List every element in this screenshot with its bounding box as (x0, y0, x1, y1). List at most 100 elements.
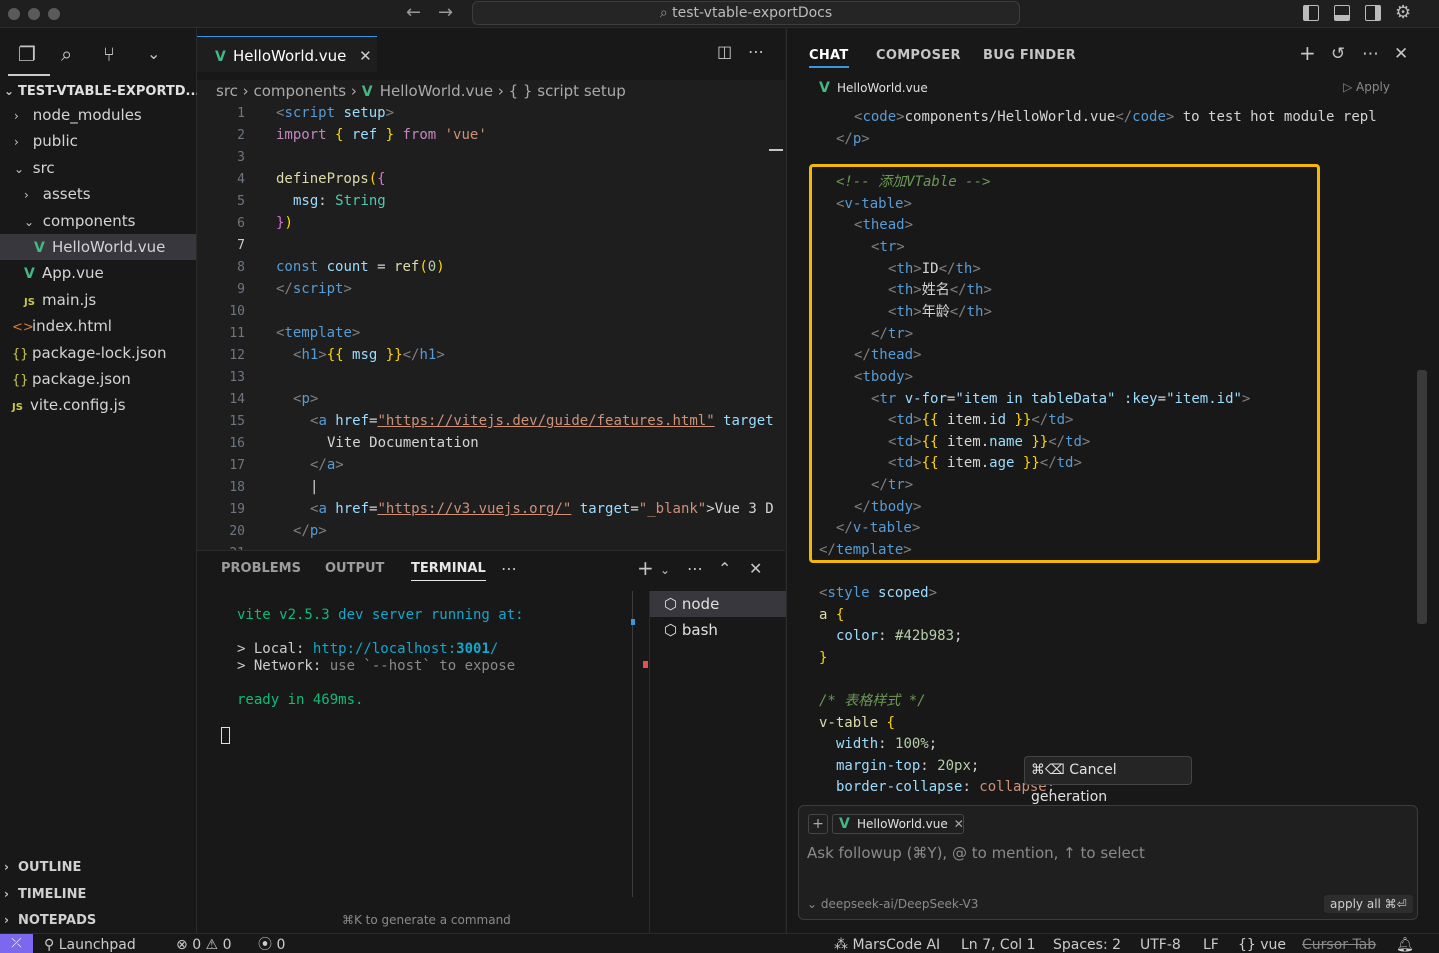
line-number: 6 (237, 216, 245, 231)
toggle-panel-icon[interactable] (1334, 5, 1350, 21)
tree-item-components[interactable]: ⌄ components (0, 208, 196, 234)
line-ending[interactable]: LF (1203, 935, 1219, 953)
terminal-item-node[interactable]: ⬡ node (650, 591, 786, 617)
tree-item-package-json[interactable]: {} package.json (0, 366, 196, 392)
tab-terminal[interactable]: TERMINAL (411, 561, 486, 581)
tab-composer[interactable]: COMPOSER (876, 48, 961, 63)
search-icon[interactable]: ⌕ (61, 42, 72, 66)
chevron-right-icon: › (4, 887, 9, 901)
code-line: border-collapse: collapse; (836, 779, 1055, 795)
launchpad-label: Launchpad (58, 937, 136, 953)
add-context-button[interactable]: + (808, 814, 828, 834)
chevron-down-icon[interactable]: ⌄ (147, 44, 160, 63)
tab-output[interactable]: OUTPUT (325, 561, 384, 576)
tree-item-app-vue[interactable]: V App.vue (0, 260, 196, 286)
more-actions-icon[interactable]: ⋯ (748, 42, 764, 61)
tab-problems[interactable]: PROBLEMS (221, 561, 301, 576)
breadcrumb-symbol[interactable]: { } script setup (509, 82, 626, 100)
explorer-icon[interactable]: ❐ (18, 42, 36, 66)
section-notepads[interactable]: › NOTEPADS (4, 909, 96, 931)
code-area[interactable]: 1 <script setup> 2 import { ref } from 'vu… (197, 102, 785, 550)
error-icon: ⊗ (176, 937, 193, 953)
code-line: </p> (836, 131, 870, 147)
back-arrow-icon[interactable]: ← (406, 2, 421, 23)
gear-icon[interactable]: ⚙ (1395, 2, 1411, 23)
command-center-search[interactable]: ⌕ test-vtable-exportDocs (472, 1, 1020, 25)
close-icon[interactable]: ✕ (954, 817, 964, 831)
terminal-item-bash[interactable]: ⬡ bash (650, 617, 786, 643)
tab-chat[interactable]: CHAT (809, 48, 849, 68)
tree-item-node-modules[interactable]: › node_modules (0, 102, 196, 128)
toggle-sidebar-icon[interactable] (1303, 5, 1319, 21)
problems-indicator[interactable]: ⊗ 0 ⚠ 0 (176, 935, 231, 953)
breadcrumb-components[interactable]: components (253, 82, 346, 100)
close-icon[interactable]: ✕ (359, 47, 372, 65)
new-terminal-icon[interactable]: + (637, 556, 654, 580)
terminal-scrollbar[interactable] (632, 591, 633, 897)
terminal-text: > Local: (237, 641, 313, 657)
remote-indicator-icon[interactable]: ⤫ (0, 934, 33, 953)
more-actions-icon[interactable]: ⋯ (501, 559, 517, 578)
more-actions-icon[interactable]: ⋯ (687, 559, 703, 578)
terminal-text: 3001 (456, 641, 490, 657)
new-chat-icon[interactable]: + (1299, 41, 1316, 65)
tree-item-index-html[interactable]: <>index.html (0, 313, 196, 339)
terminal-list: ⬡ node ⬡ bash (649, 591, 786, 934)
tree-item-assets[interactable]: › assets (0, 181, 196, 207)
code-line: 6}) (197, 212, 785, 234)
section-outline[interactable]: › OUTLINE (4, 856, 81, 878)
tree-item-main-js[interactable]: JS main.js (0, 287, 196, 313)
close-window-button[interactable] (8, 8, 20, 20)
braces-icon: {} (1238, 937, 1261, 953)
indentation[interactable]: Spaces: 2 (1053, 935, 1121, 953)
apply-all-button[interactable]: apply all ⌘⏎ (1324, 895, 1413, 913)
bell-icon[interactable]: 🔔︎ (1396, 935, 1414, 953)
tree-item-vite-config-js[interactable]: JS vite.config.js (0, 392, 196, 418)
cancel-generation-button[interactable]: ⌘⌫ Cancel generation (1024, 756, 1192, 805)
maximize-panel-icon[interactable]: ⌃ (718, 559, 731, 578)
forward-arrow-icon[interactable]: → (438, 2, 453, 23)
apply-button[interactable]: ▷ Apply (1343, 80, 1390, 94)
split-editor-icon[interactable]: ◫ (717, 42, 732, 61)
code-line: <style scoped> (819, 585, 938, 601)
tab-bug-finder[interactable]: BUG FINDER (983, 48, 1076, 63)
launchpad-button[interactable]: ⚲ Launchpad (44, 935, 136, 953)
tree-item-src[interactable]: ⌄ src (0, 155, 196, 181)
zoom-window-button[interactable] (48, 8, 60, 20)
model-label: deepseek-ai/DeepSeek-V3 (820, 897, 979, 911)
tree-item-package-lock-json[interactable]: {} package-lock.json (0, 340, 196, 366)
followup-input[interactable]: Ask followup (⌘Y), @ to mention, ↑ to se… (807, 844, 1145, 862)
code-line: } (819, 650, 828, 666)
chat-scrollbar[interactable] (1417, 370, 1427, 624)
chevron-down-icon: ⌄ (807, 897, 821, 911)
marscode-button[interactable]: ⁂ MarsCode AI (834, 935, 940, 953)
cursor-position[interactable]: Ln 7, Col 1 (961, 935, 1036, 953)
toggle-secondary-sidebar-icon[interactable] (1365, 5, 1381, 21)
context-file-chip[interactable]: V HelloWorld.vue ✕ (832, 814, 964, 834)
terminal-cursor (221, 727, 230, 744)
encoding[interactable]: UTF-8 (1140, 935, 1181, 953)
history-icon[interactable]: ↺ (1331, 44, 1345, 64)
line-number: 17 (229, 458, 245, 473)
tree-item-public[interactable]: › public (0, 128, 196, 154)
line-number: 7 (237, 238, 245, 253)
cursor-tab-toggle[interactable]: Cursor Tab (1302, 935, 1376, 953)
more-actions-icon[interactable]: ⋯ (1362, 44, 1379, 64)
source-control-icon[interactable]: ⑂ (103, 42, 115, 66)
tree-item-label: assets (42, 185, 91, 203)
tree-item-helloworld-vue[interactable]: V HelloWorld.vue (0, 234, 196, 260)
minimize-window-button[interactable] (28, 8, 40, 20)
explorer-root-folder[interactable]: ⌄ TEST-VTABLE-EXPORTD... (4, 80, 197, 102)
close-icon[interactable]: ✕ (749, 559, 762, 578)
terminal-output[interactable]: vite v2.5.3 dev server running at: > Loc… (237, 607, 524, 709)
breadcrumb-file[interactable]: HelloWorld.vue (380, 82, 493, 100)
breadcrumb-src[interactable]: src (216, 82, 238, 100)
marscode-icon: ⁂ (834, 937, 853, 953)
chevron-down-icon[interactable]: ⌄ (660, 563, 670, 577)
close-icon[interactable]: ✕ (1394, 44, 1408, 64)
language-mode[interactable]: {} vue (1238, 935, 1286, 953)
model-selector[interactable]: ⌄ deepseek-ai/DeepSeek-V3 (807, 897, 978, 911)
ports-indicator[interactable]: ⦿ 0 (258, 935, 285, 953)
tab-helloworld-vue[interactable]: V HelloWorld.vue ✕ (197, 36, 377, 72)
section-timeline[interactable]: › TIMELINE (4, 883, 86, 905)
